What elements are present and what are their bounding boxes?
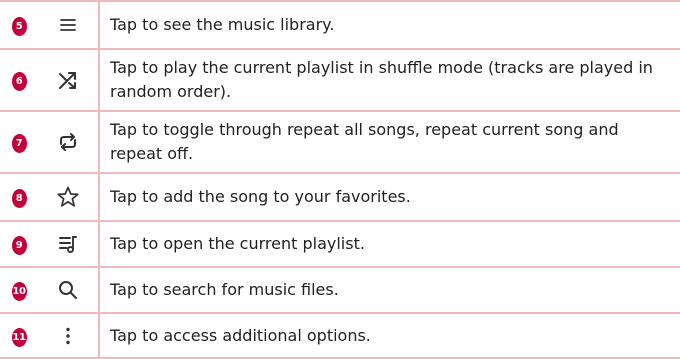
icon-reference-table: 5 Tap to see the music library. 6 Tap to…	[0, 0, 680, 359]
row-number-badge: 10	[11, 282, 27, 301]
row-number-badge: 9	[11, 236, 27, 255]
row-number-badge: 8	[11, 189, 27, 208]
shuffle-icon	[38, 69, 98, 91]
row-number-cell: 9	[0, 221, 38, 267]
row-number-badge: 7	[11, 134, 27, 153]
page: 5 Tap to see the music library. 6 Tap to…	[0, 0, 680, 359]
row-number-cell: 10	[0, 267, 38, 313]
description-cell: Tap to see the music library.	[110, 15, 335, 34]
row-number-cell: 8	[0, 173, 38, 221]
icon-cell	[38, 49, 100, 111]
description-cell: Tap to access additional options.	[110, 325, 371, 345]
icon-cell	[38, 313, 100, 358]
row-number-cell: 7	[0, 111, 38, 173]
icon-cell	[38, 267, 100, 313]
description-cell: Tap to toggle through repeat all songs, …	[110, 120, 619, 163]
table-row: 5 Tap to see the music library.	[0, 1, 680, 49]
description-cell: Tap to search for music files.	[110, 280, 339, 299]
description-cell: Tap to add the song to your favorites.	[110, 187, 411, 206]
repeat-icon	[38, 131, 98, 153]
row-number-badge: 11	[11, 327, 27, 347]
table-row: 11 Tap to access additional options.	[0, 313, 680, 358]
table-row: 9 Tap to open the current playlist.	[0, 221, 680, 267]
search-icon	[38, 279, 98, 301]
table-row: 7 Tap to toggle through repeat all songs…	[0, 111, 680, 173]
menu-icon	[38, 15, 98, 35]
icon-cell	[38, 173, 100, 221]
more-options-icon	[38, 325, 98, 347]
star-icon	[38, 185, 98, 209]
row-number-cell: 11	[0, 313, 38, 358]
description-cell: Tap to play the current playlist in shuf…	[110, 58, 653, 101]
table-row: 6 Tap to play the current playlist in sh…	[0, 49, 680, 111]
icon-cell	[38, 1, 100, 49]
row-number-cell: 5	[0, 1, 38, 49]
playlist-icon	[38, 233, 98, 255]
description-cell: Tap to open the current playlist.	[110, 234, 365, 253]
row-number-badge: 5	[11, 17, 27, 36]
table-row: 8 Tap to add the song to your favorites.	[0, 173, 680, 221]
icon-cell	[38, 221, 100, 267]
row-number-cell: 6	[0, 49, 38, 111]
row-number-badge: 6	[11, 72, 27, 91]
icon-cell	[38, 111, 100, 173]
table-row: 10 Tap to search for music files.	[0, 267, 680, 313]
